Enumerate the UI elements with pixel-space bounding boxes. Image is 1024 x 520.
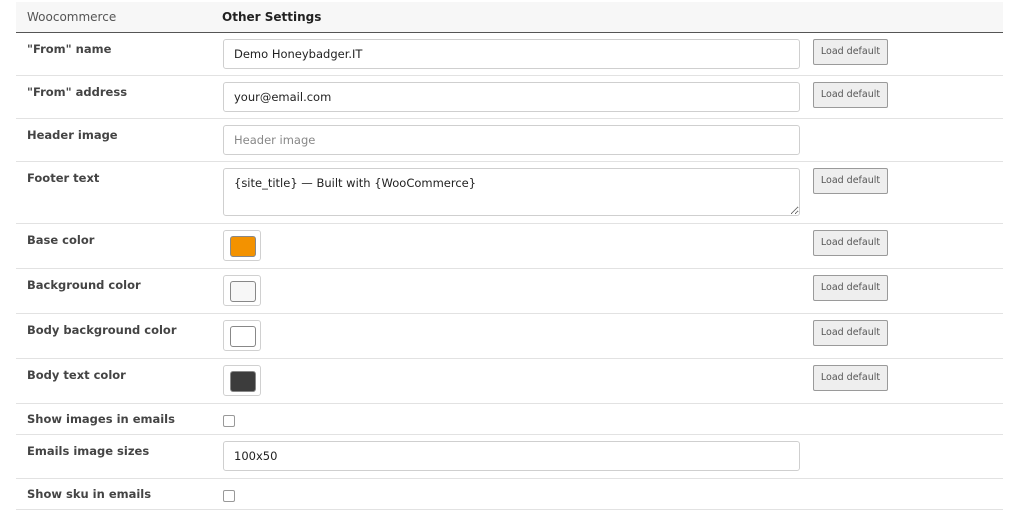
show-images-label: Show images in emails [16, 403, 211, 435]
from-address-label: "From" address [16, 75, 211, 119]
from-name-label: "From" name [16, 32, 211, 76]
body-background-color-swatch [230, 326, 256, 347]
image-sizes-input[interactable] [223, 441, 800, 471]
row-base-color: Base color Load default [16, 223, 1004, 269]
body-background-color-picker[interactable] [223, 320, 261, 351]
header-image-input[interactable] [223, 125, 800, 155]
settings-table: Woocommerce Other Settings "From" name L… [16, 2, 1004, 510]
row-header-image: Header image [16, 118, 1004, 162]
section-label: Woocommerce [16, 2, 211, 33]
from-address-load-default-button[interactable]: Load default [813, 82, 888, 108]
body-text-color-swatch [230, 371, 256, 392]
base-color-load-default-button[interactable]: Load default [813, 230, 888, 256]
background-color-swatch [230, 281, 256, 302]
background-color-picker[interactable] [223, 275, 261, 306]
body-text-color-picker[interactable] [223, 365, 261, 396]
body-background-color-label: Body background color [16, 313, 211, 359]
row-show-sku: Show sku in emails [16, 478, 1004, 510]
show-sku-label: Show sku in emails [16, 478, 211, 510]
image-sizes-label: Emails image sizes [16, 434, 211, 479]
body-text-color-load-default-button[interactable]: Load default [813, 365, 888, 391]
from-name-input[interactable] [223, 39, 800, 69]
footer-text-textarea[interactable]: {site_title} — Built with {WooCommerce} [223, 168, 800, 216]
body-background-color-load-default-button[interactable]: Load default [813, 320, 888, 346]
row-body-background-color: Body background color Load default [16, 313, 1004, 359]
row-show-images: Show images in emails [16, 403, 1004, 435]
row-background-color: Background color Load default [16, 268, 1004, 314]
row-from-name: "From" name Load default [16, 32, 1004, 76]
body-text-color-label: Body text color [16, 358, 211, 404]
table-header: Woocommerce Other Settings [16, 2, 1004, 33]
base-color-label: Base color [16, 223, 211, 269]
row-footer-text: Footer text {site_title} — Built with {W… [16, 161, 1004, 224]
footer-text-load-default-button[interactable]: Load default [813, 168, 888, 194]
from-name-load-default-button[interactable]: Load default [813, 39, 888, 65]
footer-text-label: Footer text [16, 161, 211, 224]
header-image-label: Header image [16, 118, 211, 162]
show-sku-checkbox[interactable] [223, 490, 235, 502]
row-image-sizes: Emails image sizes [16, 434, 1004, 479]
base-color-swatch [230, 236, 256, 257]
settings-panel: Woocommerce Other Settings "From" name L… [16, 2, 1004, 510]
row-from-address: "From" address Load default [16, 75, 1004, 119]
page-title: Other Settings [211, 2, 1004, 33]
row-body-text-color: Body text color Load default [16, 358, 1004, 404]
from-address-input[interactable] [223, 82, 800, 112]
background-color-load-default-button[interactable]: Load default [813, 275, 888, 301]
background-color-label: Background color [16, 268, 211, 314]
show-images-checkbox[interactable] [223, 415, 235, 427]
base-color-picker[interactable] [223, 230, 261, 261]
